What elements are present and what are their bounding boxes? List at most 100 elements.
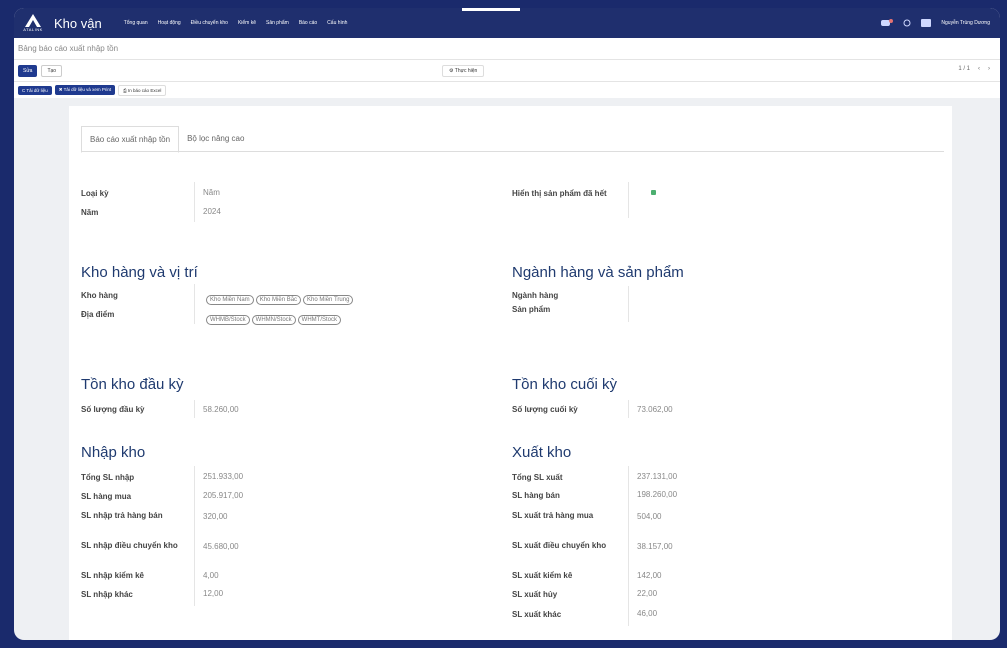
separator [628,182,629,218]
warehouse-tag[interactable]: Kho Miền Trung [303,295,354,305]
export-row-value: 198.260,00 [637,490,678,499]
show-empty-label: Hiển thị sản phẩm đã hết [512,189,607,198]
separator [628,286,629,322]
opening-qty-value: 58.260,00 [203,405,239,414]
main-menu: Tổng quan Hoạt động Điều chuyển kho Kiểm… [124,20,348,26]
warehouse-label: Kho hàng [81,291,118,300]
import-row-label: SL hàng mua [81,492,132,501]
location-label: Địa điểm [81,310,115,319]
breadcrumb: Bảng báo cáo xuất nhập tồn [14,38,1000,60]
separator [194,400,195,418]
location-tags[interactable]: WHMB/Stock WHMN/Stock WHMT/Stock [206,308,343,326]
create-button[interactable]: Tạo [41,64,63,77]
clock-icon[interactable] [903,19,911,27]
import-row-label: SL nhập trả hàng bán [81,511,163,520]
action-button[interactable]: ⚙ Thực hiện [442,65,485,77]
export-row-label: SL xuất khác [512,610,562,619]
logo-text: ATALINK [23,27,43,32]
export-row-value: 504,00 [637,512,662,521]
tab-advanced-filter[interactable]: Bộ lọc nâng cao [179,126,252,153]
control-panel: Sửa Tạo ⚙ Thực hiện 1 / 1 ‹ › [14,60,1000,82]
tab-bar: Báo cáo xuất nhập tồn Bộ lọc nâng cao [81,126,252,153]
next-icon[interactable]: › [988,66,990,72]
app-frame: ATALINK Kho vận Tổng quan Hoạt động Điều… [14,8,1000,640]
closing-qty-label: Số lượng cuối kỳ [512,405,578,414]
report-buttons: C Tải dữ liệu ✖ Tải dữ liệu và xem Print… [14,82,1000,98]
menu-operations[interactable]: Hoạt động [158,20,181,26]
warehouse-heading: Kho hàng và vị trí [81,264,198,281]
period-type-value[interactable]: Năm [203,188,220,197]
closing-qty-value: 73.062,00 [637,405,673,414]
top-navbar: ATALINK Kho vận Tổng quan Hoạt động Điều… [14,8,1000,38]
import-row-value: 4,00 [203,571,219,580]
separator [194,284,195,324]
app-logo[interactable]: ATALINK [22,12,44,34]
print-icon: ⎙ [123,87,127,93]
edit-button[interactable]: Sửa [18,64,38,77]
separator [194,466,195,606]
print-excel-button[interactable]: ⎙ In báo cáo Excel [118,84,167,96]
closing-heading: Tồn kho cuối kỳ [512,376,618,393]
location-tag[interactable]: WHMT/Stock [297,315,342,325]
import-row-value: 320,00 [203,512,228,521]
user-nav: Nguyễn Trùng Dương [881,8,990,38]
year-label: Năm [81,208,99,217]
location-tag[interactable]: WHMN/Stock [251,315,296,325]
print-excel-label: In báo cáo Excel [128,87,162,93]
menu-transfer[interactable]: Điều chuyển kho [191,20,228,26]
category-label: Ngành hàng [512,291,559,300]
import-row-label: SL nhập kiểm kê [81,571,144,580]
logo-icon [25,14,41,27]
avatar[interactable] [921,19,932,27]
export-row-label: Tổng SL xuất [512,473,563,482]
import-row-value: 12,00 [203,589,224,598]
prev-icon[interactable]: ‹ [978,66,980,72]
export-heading: Xuất kho [512,444,572,461]
export-row-label: SL xuất hủy [512,590,558,599]
screen-edge [462,8,520,11]
export-row-value: 22,00 [637,589,658,598]
menu-reports[interactable]: Báo cáo [299,20,317,26]
import-row-value: 45.680,00 [203,542,239,551]
menu-products[interactable]: Sản phẩm [266,20,289,26]
separator [628,400,629,418]
form-sheet: Báo cáo xuất nhập tồn Bộ lọc nâng cao Lo… [69,106,952,640]
tab-report[interactable]: Báo cáo xuất nhập tồn [81,126,180,153]
warehouse-tag[interactable]: Kho Miền Nam [206,295,254,305]
export-row-value: 237.131,00 [637,472,678,481]
export-row-label: SL xuất kiểm kê [512,571,573,580]
import-row-label: SL nhập điều chuyển kho [81,541,178,550]
warehouse-tags[interactable]: Kho Miền Nam Kho Miền Bắc Kho Miền Trung [206,288,355,306]
import-row-label: SL nhập khác [81,590,133,599]
separator [194,182,195,222]
period-type-label: Loại kỳ [81,189,109,198]
app-name[interactable]: Kho vận [54,16,102,31]
menu-overview[interactable]: Tổng quan [124,20,148,26]
tab-divider [81,151,944,152]
warehouse-tag[interactable]: Kho Miền Bắc [255,295,302,305]
refresh-print-button[interactable]: ✖ Tải dữ liệu và xem Print [54,85,116,95]
refresh-button[interactable]: C Tải dữ liệu [18,85,52,95]
import-row-value: 251.933,00 [203,472,244,481]
product-label: Sản phẩm [512,305,551,314]
import-heading: Nhập kho [81,444,146,461]
import-row-label: Tổng SL nhập [81,473,135,482]
location-tag[interactable]: WHMB/Stock [206,315,250,325]
export-row-label: SL xuất trả hàng mua [512,511,594,520]
chat-icon[interactable] [881,19,894,27]
separator [628,466,629,626]
user-name[interactable]: Nguyễn Trùng Dương [941,20,990,26]
export-row-value: 142,00 [637,571,662,580]
export-row-value: 38.157,00 [637,542,673,551]
pager-value: 1 / 1 [958,66,970,72]
show-empty-toggle[interactable] [651,190,656,195]
menu-config[interactable]: Cấu hình [327,20,347,26]
export-row-label: SL xuất điều chuyển kho [512,541,607,550]
pager: 1 / 1 ‹ › [958,66,990,72]
category-heading: Ngành hàng và sản phẩm [512,264,684,281]
export-row-value: 46,00 [637,609,658,618]
opening-heading: Tồn kho đầu kỳ [81,376,184,393]
year-value[interactable]: 2024 [203,207,221,216]
menu-inventory[interactable]: Kiểm kê [238,20,256,26]
opening-qty-label: Số lượng đầu kỳ [81,405,145,414]
